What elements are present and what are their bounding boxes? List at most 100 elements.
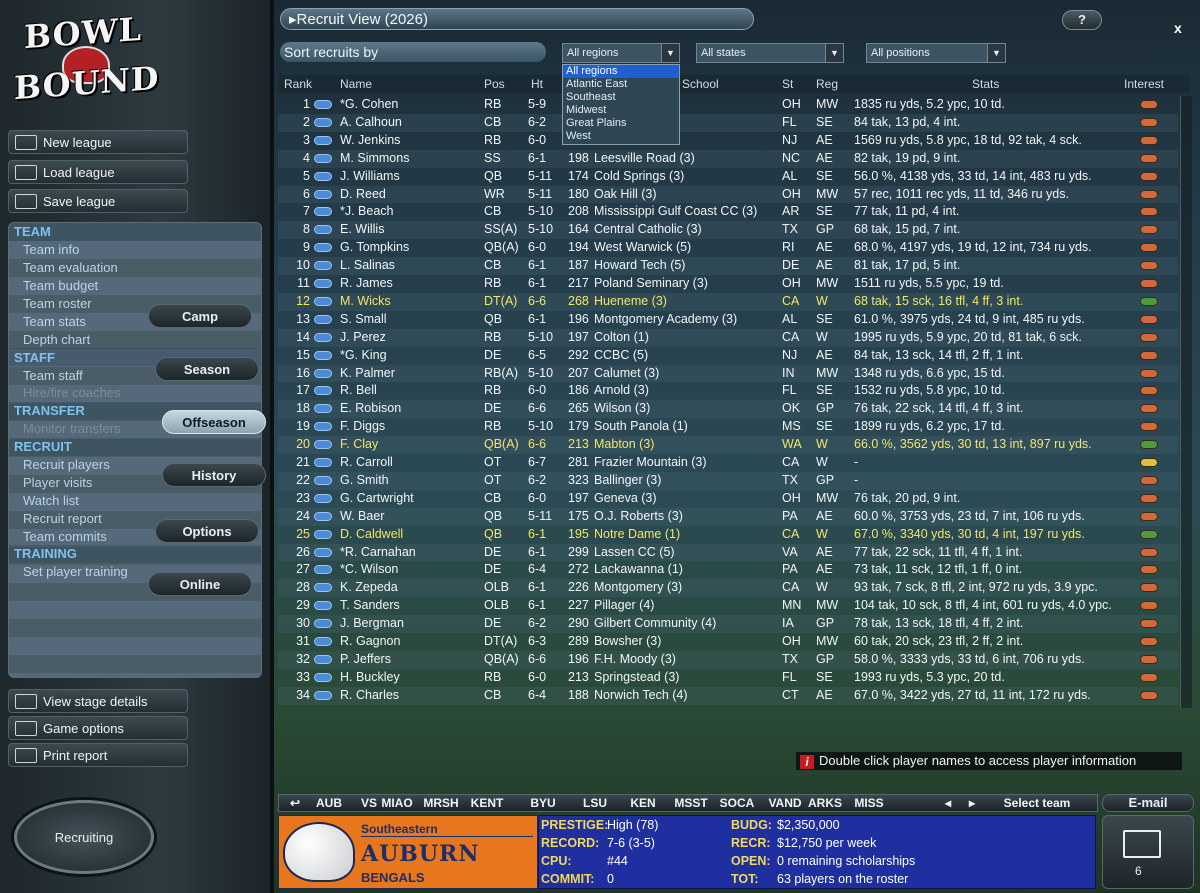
team-tab-miss[interactable]: MISS xyxy=(849,796,889,810)
stage-offseason-button[interactable]: Offseason xyxy=(162,410,266,434)
cell-name[interactable]: P. Jeffers xyxy=(340,652,480,666)
cell-name[interactable]: *J. Beach xyxy=(340,204,480,218)
player-status-icon[interactable] xyxy=(314,243,332,253)
table-row[interactable]: 17 R. Bell RB 6-0 186 Arnold (3) FL SE 1532 ru y… xyxy=(278,382,1178,400)
menu-item[interactable]: Depth chart xyxy=(9,330,261,348)
cell-name[interactable]: *G. King xyxy=(340,348,480,362)
player-status-icon[interactable] xyxy=(314,261,332,271)
cell-name[interactable]: F. Diggs xyxy=(340,419,480,433)
player-status-icon[interactable] xyxy=(314,672,332,682)
player-status-icon[interactable] xyxy=(314,225,332,235)
player-status-icon[interactable] xyxy=(314,637,332,646)
recruiting-stage-dial[interactable]: Recruiting xyxy=(14,800,154,874)
cell-name[interactable]: D. Reed xyxy=(340,187,480,201)
player-status-icon[interactable] xyxy=(314,583,332,593)
back-icon[interactable]: ↩ xyxy=(285,796,305,810)
table-row[interactable]: 22 G. Smith OT 6-2 323 Ballinger (3) TX GP - xyxy=(278,471,1178,490)
table-row[interactable]: 21 R. Carroll OT 6-7 281 Frazier Mountain (3)… xyxy=(278,454,1178,472)
cell-name[interactable]: K. Palmer xyxy=(340,366,480,380)
table-row[interactable]: 20 F. Clay QB(A) 6-6 213 Mabton (3) WA W 66.0 %,… xyxy=(278,436,1178,454)
table-row[interactable]: 5 J. Williams QB 5-11 174 Cold Springs (3) AL S… xyxy=(278,168,1178,186)
cell-name[interactable]: T. Sanders xyxy=(340,598,480,612)
cell-name[interactable]: F. Clay xyxy=(340,437,480,451)
email-button[interactable]: E-mail xyxy=(1102,794,1194,812)
team-tab-mrsh[interactable]: MRSH xyxy=(421,796,461,810)
menu-item[interactable]: Hire/fire coaches xyxy=(9,384,261,402)
stage-season-button[interactable]: Season xyxy=(155,357,259,381)
table-row[interactable]: 30 J. Bergman DE 6-2 290 Gilbert Community (4… xyxy=(278,615,1178,633)
table-row[interactable]: 19 F. Diggs RB 5-10 179 South Panola (1) MS SE 1… xyxy=(278,418,1178,436)
player-status-icon[interactable] xyxy=(314,100,332,109)
cell-name[interactable]: G. Smith xyxy=(340,473,480,487)
close-icon[interactable]: x xyxy=(1174,20,1182,36)
team-tab-kent[interactable]: KENT xyxy=(467,796,507,810)
cell-name[interactable]: G. Tompkins xyxy=(340,240,480,254)
cell-name[interactable]: D. Caldwell xyxy=(340,527,480,541)
table-row[interactable]: 31 R. Gagnon DT(A) 6-3 289 Bowsher (3) OH MW 60 … xyxy=(278,633,1178,651)
cell-name[interactable]: S. Small xyxy=(340,312,480,326)
table-row[interactable]: 2 A. Calhoun CB 6-2 FL SE 84 tak, 13 pd, 4 int… xyxy=(278,113,1178,132)
player-status-icon[interactable] xyxy=(314,296,332,306)
team-tab-byu[interactable]: BYU xyxy=(523,796,563,810)
player-status-icon[interactable] xyxy=(314,189,332,199)
menu-item[interactable]: Team info xyxy=(9,241,261,259)
chevron-down-icon[interactable]: ▼ xyxy=(661,44,679,62)
cell-name[interactable]: R. Gagnon xyxy=(340,634,480,648)
region-option[interactable]: West xyxy=(563,130,679,143)
chevron-down-icon[interactable]: ▼ xyxy=(825,44,843,62)
player-status-icon[interactable] xyxy=(314,654,332,664)
team-tab-msst[interactable]: MSST xyxy=(671,796,711,810)
game-options-button[interactable]: Game options xyxy=(8,716,188,740)
table-row[interactable]: 7 *J. Beach CB 5-10 208 Mississippi Gulf Coas… xyxy=(278,203,1178,221)
player-status-icon[interactable] xyxy=(314,404,332,414)
next-team-icon[interactable]: ▸ xyxy=(963,796,981,810)
team-tab-vand[interactable]: VAND xyxy=(765,796,805,810)
cell-name[interactable]: *C. Wilson xyxy=(340,562,480,576)
team-tab-soca[interactable]: SOCA xyxy=(717,796,757,810)
player-status-icon[interactable] xyxy=(314,422,332,432)
cell-name[interactable]: K. Zepeda xyxy=(340,580,480,594)
col-ht[interactable]: Ht xyxy=(531,77,543,91)
stage-camp-button[interactable]: Camp xyxy=(148,304,252,328)
col-pos[interactable]: Pos xyxy=(484,77,505,91)
cell-name[interactable]: *G. Cohen xyxy=(340,97,480,111)
cell-name[interactable]: L. Salinas xyxy=(340,258,480,272)
view-stage-details-button[interactable]: View stage details xyxy=(8,689,188,713)
cell-name[interactable]: E. Robison xyxy=(340,401,480,415)
inbox-button[interactable]: 6 xyxy=(1102,815,1194,889)
player-status-icon[interactable] xyxy=(314,171,332,181)
player-status-icon[interactable] xyxy=(314,511,332,521)
cell-name[interactable]: W. Baer xyxy=(340,509,480,523)
region-option[interactable]: Atlantic East xyxy=(563,78,679,91)
menu-item[interactable]: Watch list xyxy=(9,491,261,509)
team-tab-miao[interactable]: MIAO xyxy=(377,796,417,810)
player-status-icon[interactable] xyxy=(314,368,332,378)
print-report-button[interactable]: Print report xyxy=(8,743,188,767)
table-row[interactable]: 25 D. Caldwell QB 6-1 195 Notre Dame (1) CA W 67… xyxy=(278,526,1178,544)
table-row[interactable]: 6 D. Reed WR 5-11 180 Oak Hill (3) OH MW 57 rec,… xyxy=(278,185,1178,204)
player-status-icon[interactable] xyxy=(314,619,332,629)
player-status-icon[interactable] xyxy=(314,117,332,127)
player-status-icon[interactable] xyxy=(314,332,332,342)
region-option[interactable]: All regions xyxy=(563,65,679,78)
region-option[interactable]: Midwest xyxy=(563,104,679,117)
new-league-button[interactable]: New league xyxy=(8,130,188,154)
player-status-icon[interactable] xyxy=(314,153,332,163)
table-row[interactable]: 10 L. Salinas CB 6-1 187 Howard Tech (5) DE AE 8… xyxy=(278,257,1178,275)
col-school[interactable]: School xyxy=(682,77,719,91)
col-name[interactable]: Name xyxy=(340,77,372,91)
table-scrollbar[interactable] xyxy=(1180,96,1192,708)
state-select[interactable]: All states ▼ xyxy=(696,43,844,63)
table-row[interactable]: 24 W. Baer QB 5-11 175 O.J. Roberts (3) PA AE 60… xyxy=(278,507,1178,526)
cell-name[interactable]: *R. Carnahan xyxy=(340,545,480,559)
team-tab-lsu[interactable]: LSU xyxy=(575,796,615,810)
player-status-icon[interactable] xyxy=(314,279,332,288)
player-status-icon[interactable] xyxy=(314,458,332,467)
team-tab-aub[interactable]: AUB xyxy=(309,796,349,810)
table-row[interactable]: 1*G. CohenRB5-9age (5)OHMW1835 ru yds, 5… xyxy=(278,96,1178,114)
cell-name[interactable]: R. Charles xyxy=(340,688,480,702)
cell-name[interactable]: M. Simmons xyxy=(340,151,480,165)
position-select[interactable]: All positions ▼ xyxy=(866,43,1006,63)
stage-options-button[interactable]: Options xyxy=(155,519,259,543)
player-status-icon[interactable] xyxy=(314,493,332,503)
